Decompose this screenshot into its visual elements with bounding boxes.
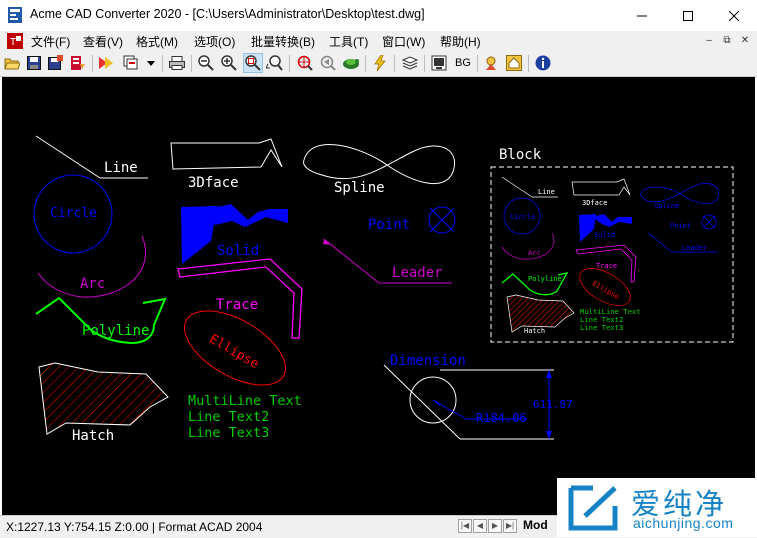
drawing-svg: Line 3Dface Spline Circle Solid Point Ar…	[33, 135, 734, 444]
close-button[interactable]	[711, 0, 757, 31]
svg-text:Solid: Solid	[594, 231, 615, 239]
menu-view[interactable]: 查看(V)	[83, 33, 123, 50]
zoom-previous-icon[interactable]	[319, 54, 337, 72]
svg-text:Point: Point	[670, 222, 691, 230]
leader-entity: Leader	[323, 238, 452, 284]
solid-entity: Solid	[181, 204, 288, 264]
zoom-window-icon[interactable]	[243, 53, 263, 73]
save-as-icon[interactable]	[47, 54, 65, 72]
label-3dface: 3Dface	[188, 175, 239, 191]
dropdown-icon[interactable]	[145, 54, 157, 72]
pan-icon[interactable]	[342, 54, 360, 72]
svg-text:Line: Line	[538, 188, 555, 196]
svg-text:Line Text3: Line Text3	[580, 323, 623, 332]
toolbar: BG	[0, 51, 757, 77]
zoom-extents-icon[interactable]	[296, 54, 314, 72]
print-icon[interactable]	[168, 54, 186, 72]
zoom-out-icon[interactable]	[197, 54, 215, 72]
first-layout-button[interactable]: |◀	[458, 519, 472, 533]
block-entity: Block Line 3Dface Spline Circle Solid Po…	[490, 147, 734, 343]
app-icon[interactable]	[8, 7, 22, 23]
minimize-button[interactable]	[619, 0, 665, 31]
circle-entity: Circle	[33, 174, 113, 254]
model-tab[interactable]: Mod	[523, 518, 548, 532]
svg-text:Trace: Trace	[596, 262, 617, 270]
mdi-minimize-button[interactable]: –	[702, 34, 716, 48]
menu-options[interactable]: 选项(O)	[194, 33, 235, 50]
title-bar: Acme CAD Converter 2020 - [C:\Users\Admi…	[0, 0, 757, 31]
label-block: Block	[499, 147, 542, 163]
mdi-restore-button[interactable]: ⧉	[720, 34, 734, 48]
lightning-icon[interactable]	[371, 54, 389, 72]
trace-entity: Trace	[177, 258, 303, 339]
dimension-entity: Dimension R184.06 611.87	[383, 353, 573, 440]
label-ellipse: Ellipse	[206, 332, 261, 372]
prev-layout-button[interactable]: ◀	[473, 519, 487, 533]
svg-text:Hatch: Hatch	[524, 327, 545, 335]
save-icon[interactable]	[25, 54, 43, 72]
label-mtext-2: Line Text2	[188, 409, 269, 425]
status-coordinates: X:1227.13 Y:754.15 Z:0.00 | Format ACAD …	[6, 520, 263, 534]
window-title: Acme CAD Converter 2020 - [C:\Users\Admi…	[30, 7, 425, 21]
arc-entity: Arc	[37, 235, 147, 298]
menu-format[interactable]: 格式(M)	[136, 33, 178, 50]
label-arc: Arc	[80, 276, 105, 292]
label-dimension: Dimension	[390, 353, 466, 369]
label-point: Point	[368, 217, 410, 233]
layers-icon[interactable]	[401, 54, 419, 72]
label-polyline: Polyline	[82, 323, 149, 339]
batch-icon[interactable]	[122, 54, 140, 72]
open-icon[interactable]	[3, 54, 21, 72]
last-layout-button[interactable]: ▶|	[503, 519, 517, 533]
label-spline: Spline	[334, 180, 385, 196]
export-icon[interactable]	[69, 54, 87, 72]
label-trace: Trace	[216, 297, 258, 313]
svg-text:T: T	[10, 37, 16, 48]
bg-button[interactable]: BG	[452, 54, 474, 72]
label-mtext-1: MultiLine Text	[188, 393, 302, 409]
line-entity: Line	[35, 135, 148, 179]
label-radius-dim: R184.06	[476, 411, 527, 425]
svg-text:Leader: Leader	[682, 244, 707, 252]
zoom-realtime-icon[interactable]	[266, 54, 284, 72]
watermark-url: aichunjing.com	[633, 515, 734, 531]
polyline-entity: Polyline	[35, 296, 167, 345]
convert-icon[interactable]	[97, 54, 115, 72]
next-layout-button[interactable]: ▶	[488, 519, 502, 533]
label-circle: Circle	[50, 206, 97, 221]
hatch-entity: Hatch	[38, 362, 169, 444]
label-leader: Leader	[392, 265, 443, 281]
label-mtext-3: Line Text3	[188, 425, 269, 441]
spline-entity: Spline	[303, 144, 456, 196]
label-hatch: Hatch	[72, 428, 114, 444]
svg-text:Polyline: Polyline	[528, 275, 562, 283]
svg-text:3Dface: 3Dface	[582, 199, 607, 207]
info-icon[interactable]	[534, 54, 552, 72]
point-entity: Point	[368, 206, 456, 234]
watermark: 爱纯净 aichunjing.com	[557, 478, 757, 537]
menu-file[interactable]: 文件(F)	[31, 33, 70, 50]
maximize-button[interactable]	[665, 0, 711, 31]
mdi-close-button[interactable]: ✕	[738, 34, 752, 48]
svg-text:Circle: Circle	[510, 213, 535, 221]
menu-help[interactable]: 帮助(H)	[440, 33, 481, 50]
watermark-logo-icon	[563, 484, 623, 532]
document-icon[interactable]: T	[7, 33, 23, 49]
svg-text:Arc: Arc	[528, 249, 541, 257]
mtext-entity: MultiLine Text Line Text2 Line Text3	[188, 393, 302, 441]
find-icon[interactable]	[482, 54, 500, 72]
svg-text:Spline: Spline	[654, 202, 679, 210]
drawing-canvas[interactable]: Line 3Dface Spline Circle Solid Point Ar…	[2, 77, 755, 515]
menu-bar: T 文件(F) 查看(V) 格式(M) 选项(O) 批量转换(B) 工具(T) …	[0, 31, 757, 51]
home-icon[interactable]	[505, 54, 523, 72]
label-solid: Solid	[217, 243, 259, 259]
menu-batch[interactable]: 批量转换(B)	[251, 33, 315, 50]
menu-tools[interactable]: 工具(T)	[329, 33, 368, 50]
zoom-in-icon[interactable]	[220, 54, 238, 72]
menu-window[interactable]: 窗口(W)	[382, 33, 425, 50]
3dface-entity: 3Dface	[170, 138, 283, 191]
display-icon[interactable]	[430, 54, 448, 72]
label-linear-dim: 611.87	[533, 398, 573, 411]
label-line: Line	[104, 160, 138, 176]
